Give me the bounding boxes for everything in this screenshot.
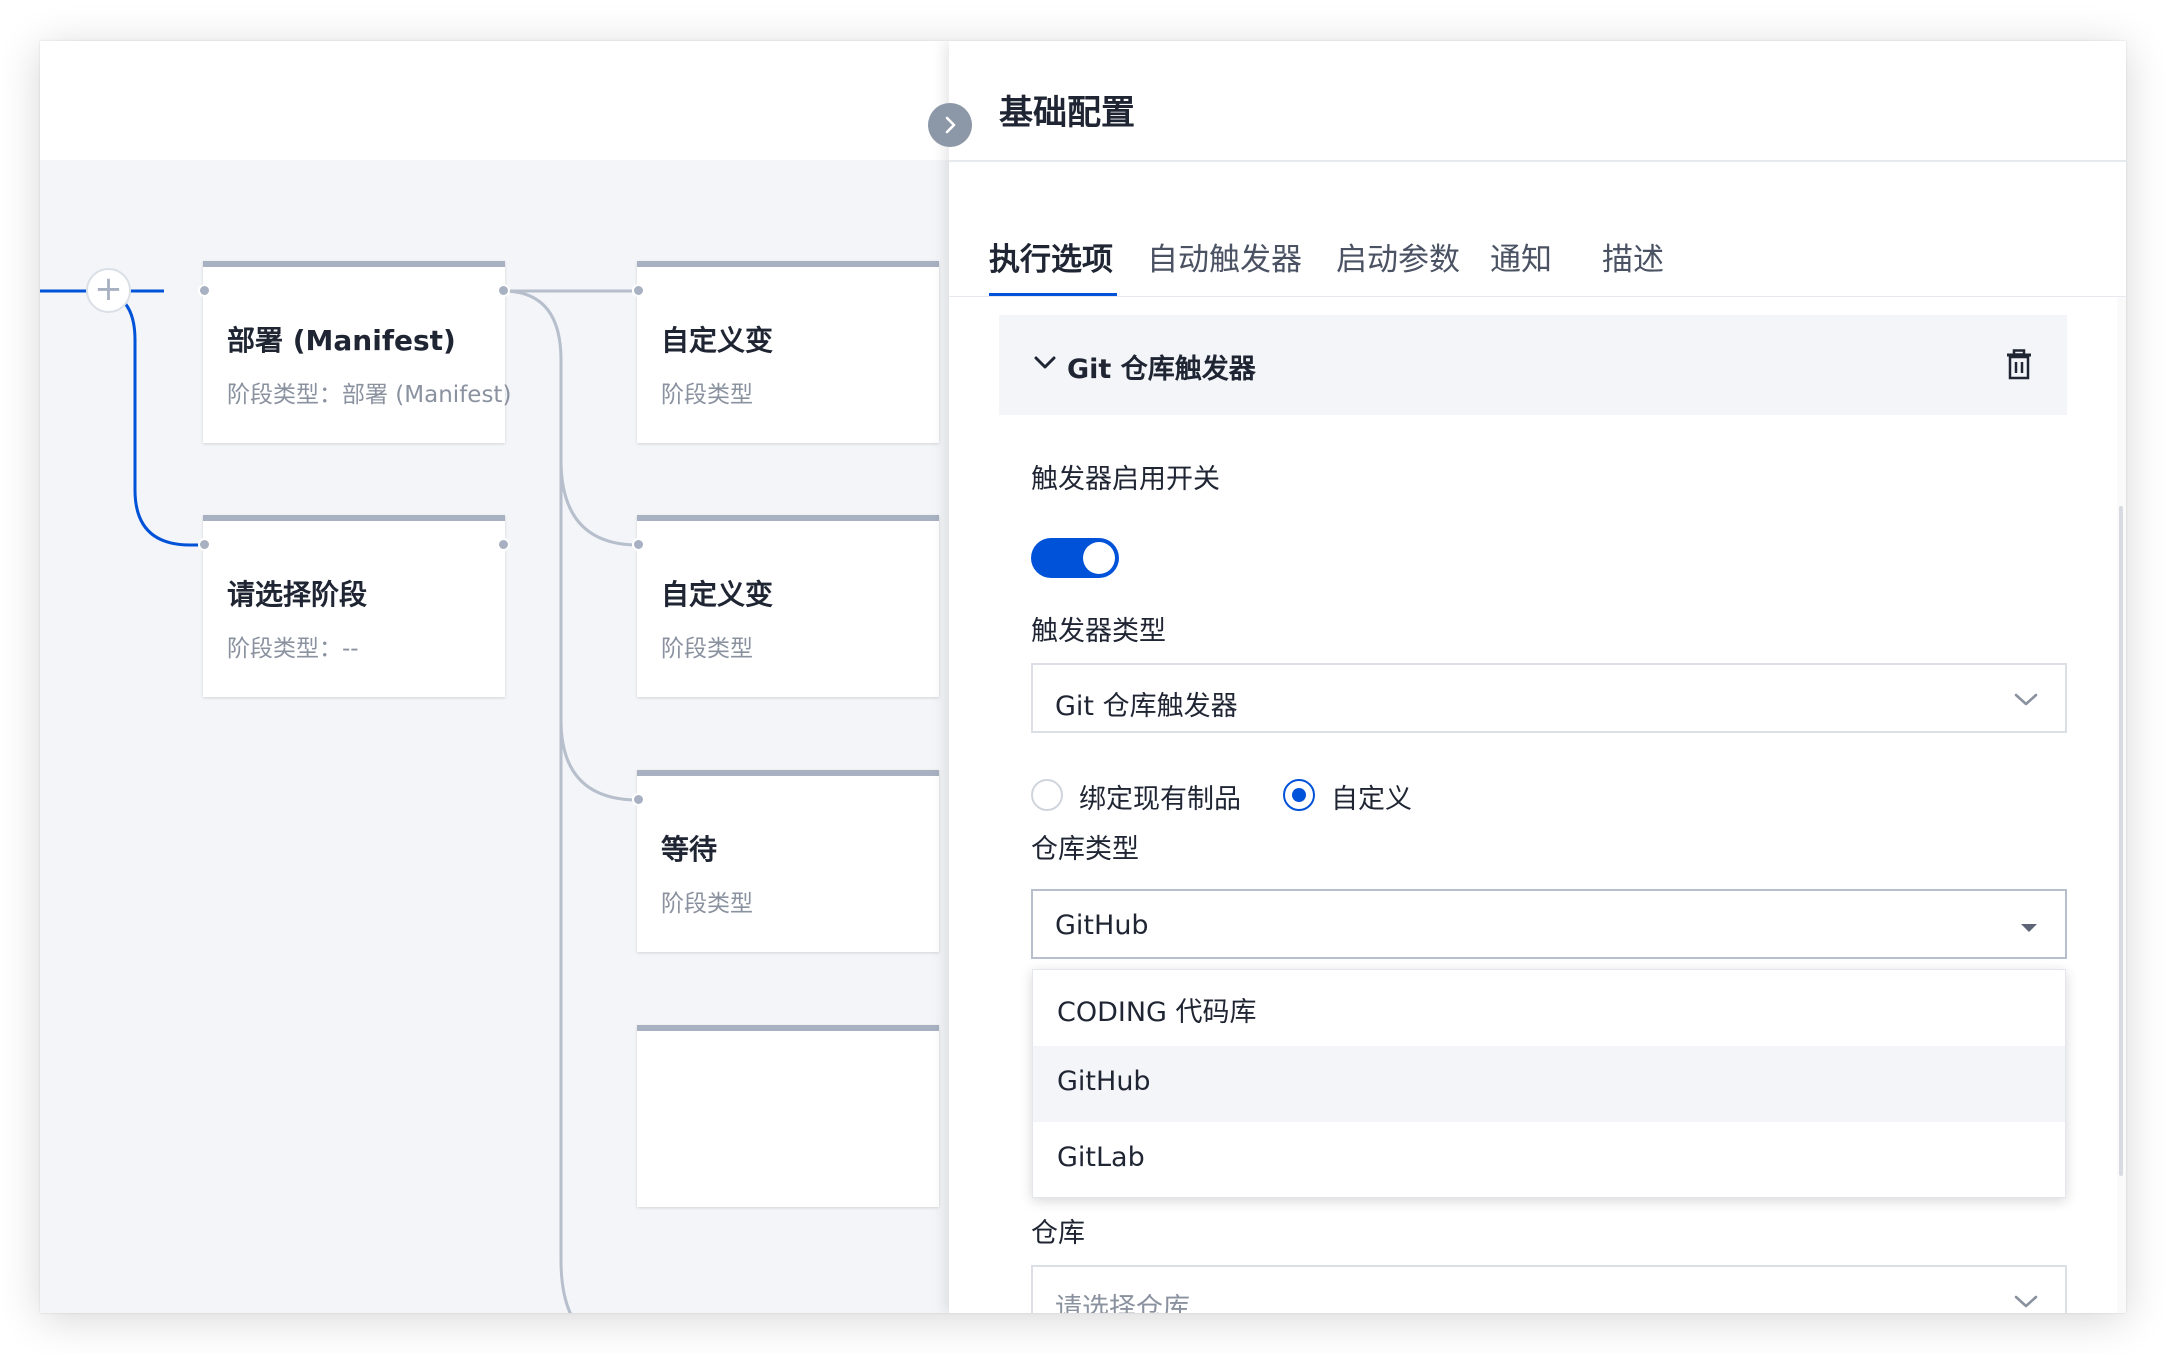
branch-wire-active: [94, 289, 220, 547]
tab-launch-params[interactable]: 启动参数: [1336, 234, 1460, 279]
select-placeholder: 请选择仓库: [1055, 1293, 1190, 1313]
add-stage-button[interactable]: +: [86, 268, 131, 313]
trigger-switch-label: 触发器启用开关: [1031, 464, 1220, 495]
option-label: CODING 代码库: [1057, 997, 1257, 1028]
wire-to-wait: [559, 719, 639, 802]
dropdown-option[interactable]: GitLab: [1033, 1122, 2065, 1198]
drawer-title: 基础配置: [999, 93, 1135, 133]
option-label: GitHub: [1057, 1066, 1151, 1097]
app-window: + 部署 (Manifest) 阶段类型：部署 (Manifest) 请选择阶段…: [40, 41, 2126, 1313]
stage-type: 阶段类型: [661, 382, 753, 408]
scrollbar-thumb[interactable]: [2119, 506, 2123, 1176]
stage-type: 阶段类型: [661, 636, 753, 662]
stage-name: 自定义变: [661, 578, 774, 611]
divider: [949, 296, 2126, 297]
tab-notification[interactable]: 通知: [1490, 234, 1552, 279]
repo-type-dropdown: CODING 代码库 GitHub GitLab: [1032, 969, 2066, 1198]
wire-to-custom-2: [559, 459, 639, 547]
select-value: GitHub: [1055, 910, 1149, 941]
option-label: GitLab: [1057, 1142, 1145, 1173]
radio-circle: [1031, 779, 1063, 811]
stage-card[interactable]: 部署 (Manifest) 阶段类型：部署 (Manifest): [203, 261, 511, 443]
trigger-enable-toggle[interactable]: [1031, 538, 1119, 578]
stage-card[interactable]: 自定义变 阶段类型: [637, 515, 939, 697]
fork-wire-main: [502, 289, 572, 1313]
stage-card[interactable]: [637, 1025, 939, 1207]
select-value: Git 仓库触发器: [1055, 691, 1238, 722]
repo-type-select[interactable]: GitHub: [1031, 889, 2067, 959]
collapse-drawer-button[interactable]: [928, 103, 972, 147]
dropdown-option[interactable]: CODING 代码库: [1033, 970, 2065, 1046]
chevron-down-icon: [1034, 356, 1056, 369]
stage-name: 自定义变: [661, 324, 774, 357]
connector-port[interactable]: [497, 538, 510, 551]
connector-port[interactable]: [198, 538, 211, 551]
trigger-type-select[interactable]: Git 仓库触发器: [1031, 663, 2067, 733]
connector-port[interactable]: [497, 284, 510, 297]
stage-name: 部署 (Manifest): [227, 324, 456, 357]
dropdown-option[interactable]: GitHub: [1033, 1046, 2065, 1122]
toggle-knob: [1083, 542, 1115, 574]
connector-port[interactable]: [632, 793, 645, 806]
trash-icon[interactable]: [2005, 349, 2033, 381]
tab-execution-options[interactable]: 执行选项: [989, 234, 1113, 279]
repo-type-label: 仓库类型: [1031, 834, 1139, 865]
section-title: Git 仓库触发器: [1067, 354, 1256, 385]
tab-auto-trigger[interactable]: 自动触发器: [1147, 234, 1302, 279]
tab-description[interactable]: 描述: [1602, 234, 1664, 279]
trigger-type-label: 触发器类型: [1031, 616, 1166, 647]
tab-bar: 执行选项 自动触发器 启动参数 通知 描述: [949, 162, 2126, 297]
chevron-down-icon: [2014, 1295, 2038, 1308]
stage-type: 阶段类型：--: [227, 636, 359, 662]
trigger-section-header[interactable]: Git 仓库触发器: [999, 315, 2067, 415]
connector-port[interactable]: [198, 284, 211, 297]
caret-down-icon: [2021, 924, 2037, 932]
repo-select[interactable]: 请选择仓库: [1031, 1265, 2067, 1313]
stage-name: 等待: [661, 833, 718, 866]
stage-card[interactable]: 自定义变 阶段类型: [637, 261, 939, 443]
connector-port[interactable]: [632, 538, 645, 551]
stage-card[interactable]: 等待 阶段类型: [637, 770, 939, 952]
repo-label: 仓库: [1031, 1218, 1085, 1249]
stage-type: 阶段类型：部署 (Manifest): [227, 382, 512, 408]
connector-port[interactable]: [632, 284, 645, 297]
stage-type: 阶段类型: [661, 891, 753, 917]
chevron-down-icon: [2014, 693, 2038, 706]
config-drawer: 基础配置 执行选项 自动触发器 启动参数 通知 描述 Git 仓库触发器 触发器…: [949, 41, 2126, 1313]
radio-label: 绑定现有制品: [1079, 784, 1241, 815]
radio-label: 自定义: [1331, 784, 1412, 815]
chevron-right-icon: [945, 116, 956, 134]
stage-card[interactable]: 请选择阶段 阶段类型：--: [203, 515, 505, 697]
stage-name: 请选择阶段: [227, 578, 368, 611]
radio-circle: [1283, 779, 1315, 811]
